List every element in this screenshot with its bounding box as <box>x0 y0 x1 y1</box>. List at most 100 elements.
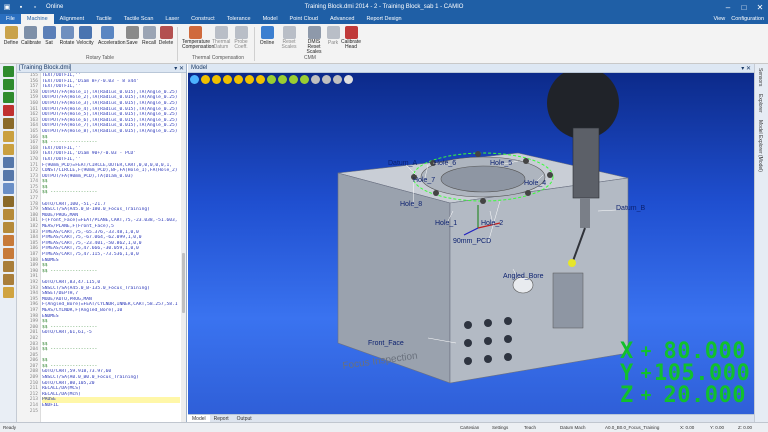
scan-icon[interactable] <box>2 261 14 272</box>
view-menu[interactable]: View <box>713 16 725 22</box>
velocity-button[interactable]: Velocity <box>76 26 94 46</box>
maximize-icon[interactable]: □ <box>736 0 752 14</box>
scrollbar-thumb[interactable] <box>182 253 185 313</box>
side-tab-model-explorer[interactable]: Model Explorer (Model) <box>757 120 763 172</box>
run-to-icon[interactable] <box>2 92 14 103</box>
ribbon: Define Calibrate Sat Rotate Velocity Acc… <box>0 24 768 64</box>
minimize-icon[interactable]: – <box>720 0 736 14</box>
code-line[interactable]: OUTPUT/FA(Hole_3),TA(Radius_0.015),TA(An… <box>42 101 180 107</box>
code-line[interactable]: CONST/CIRCLE,F(90mm_PCD),BF,FA(Hole_1),F… <box>42 168 180 174</box>
construct-icon[interactable] <box>2 196 14 207</box>
sat-button[interactable]: Sat <box>40 26 58 46</box>
group-rotary-table: Rotary Table <box>86 55 114 61</box>
program-editor: [Training Block.dmi] ▾ ✕ 155 156 157 158 159… <box>17 64 187 422</box>
configuration-menu[interactable]: Configuration <box>731 16 764 22</box>
laser-icon[interactable] <box>2 287 14 298</box>
3d-viewport[interactable]: Datum_A Hole_6 Hole_5 Hole_7 Hole_4 Datu… <box>188 73 754 414</box>
tab-tactile-scan[interactable]: Tactile Scan <box>118 14 160 24</box>
probe-icon[interactable] <box>2 183 14 194</box>
calibrate-button[interactable]: Calibrate <box>21 26 41 46</box>
label-90mm-pcd[interactable]: 90mm_PCD <box>453 238 491 245</box>
label-angled-bore[interactable]: Angled_Bore <box>503 273 544 280</box>
label-hole-7[interactable]: Hole_7 <box>413 177 435 184</box>
label-front-face[interactable]: Front_Face <box>368 340 404 347</box>
label-hole-2[interactable]: Hole_2 <box>481 220 503 227</box>
status-sensor: A0.0_B0.0_Focus_Training <box>605 425 660 430</box>
rotate-button[interactable]: Rotate <box>58 26 76 46</box>
report-icon[interactable] <box>2 222 14 233</box>
tab-point-cloud[interactable]: Point Cloud <box>284 14 324 24</box>
macro-icon[interactable] <box>2 235 14 246</box>
status-z: Z: 0.00 <box>738 425 753 430</box>
dmis-reset-scales-icon <box>307 26 321 39</box>
run-icon[interactable] <box>2 66 14 77</box>
code-line[interactable] <box>42 409 180 415</box>
tab-model[interactable]: Model <box>257 14 284 24</box>
editor-menu-icon[interactable]: ▾ ✕ <box>174 65 186 72</box>
save-button[interactable]: Save <box>123 26 141 46</box>
tab-advanced[interactable]: Advanced <box>324 14 360 24</box>
tab-output[interactable]: Output <box>233 415 256 422</box>
calibrate-head-button[interactable]: Calibrate Head <box>340 26 362 50</box>
label-hole-8[interactable]: Hole_8 <box>400 201 422 208</box>
park-icon <box>326 26 340 39</box>
recall-button[interactable]: Recall <box>140 26 158 46</box>
online-button[interactable]: Online <box>258 26 276 46</box>
probe-body <box>572 127 600 199</box>
quick-open-icon[interactable]: ▫ <box>28 0 42 14</box>
datum-icon[interactable] <box>2 170 14 181</box>
label-hole-6[interactable]: Hole_6 <box>434 160 456 167</box>
features-icon[interactable] <box>2 131 14 142</box>
tab-file[interactable]: File <box>0 14 21 24</box>
code-line[interactable]: OUTPUT/FA(Hole_5),TA(Radius_0.015),TA(An… <box>42 112 180 118</box>
label-hole-1[interactable]: Hole_1 <box>435 220 457 227</box>
label-datum-a[interactable]: Datum_A <box>388 160 418 167</box>
editor-scrollbar[interactable] <box>181 73 186 422</box>
side-tab-explorer[interactable]: Explorer <box>757 94 763 113</box>
label-hole-4[interactable]: Hole_4 <box>524 180 546 187</box>
thermal-datum-button[interactable]: Thermal Datum <box>212 26 230 50</box>
acceleration-button[interactable]: Acceleration <box>98 26 126 46</box>
stop-icon[interactable] <box>2 105 14 116</box>
model-pin-icon[interactable]: ▾ ✕ <box>741 65 751 72</box>
define-icon <box>4 26 18 39</box>
label-datum-b[interactable]: Datum_B <box>616 205 646 212</box>
tab-tactile[interactable]: Tactile <box>90 14 118 24</box>
hole-marker <box>523 158 529 164</box>
code-line[interactable]: OUTPUT/FA(Hole_8),TA(Radius_0.015),TA(An… <box>42 129 180 135</box>
temperature-compensation-button[interactable]: Temperature Compensation <box>182 26 214 50</box>
tab-alignment[interactable]: Alignment <box>54 14 90 24</box>
edit-icon[interactable] <box>2 118 14 129</box>
tab-report-design[interactable]: Report Design <box>360 14 407 24</box>
dmis-reset-scales-button[interactable]: DMIS Reset Scales <box>302 26 326 55</box>
side-tab-sensors[interactable]: Sensors <box>757 68 763 86</box>
block-front-face <box>449 177 629 384</box>
probe-coeff-button[interactable]: Probe Coeff. <box>232 26 250 50</box>
dro-y-sign: + <box>640 362 652 384</box>
tab-laser[interactable]: Laser <box>159 14 185 24</box>
define-button[interactable]: Define <box>2 26 20 46</box>
goto-icon[interactable] <box>2 248 14 259</box>
tab-model-view[interactable]: Model <box>188 415 210 422</box>
reset-scales-button[interactable]: Reset Scales <box>280 26 298 50</box>
close-icon[interactable]: ✕ <box>752 0 768 14</box>
app-menu-icon[interactable]: ▣ <box>0 0 14 14</box>
code-area[interactable]: TEXT/OUTFIL,'' TEXT/OUTFIL,'Diam 8+/-0.03… <box>42 73 180 422</box>
tab-machine[interactable]: Machine <box>20 14 54 24</box>
tab-construct[interactable]: Construct <box>185 14 221 24</box>
online-status[interactable]: Online <box>46 4 63 10</box>
hole-marker <box>475 151 481 157</box>
dro-readout: X + 80.000 Y + 105.000 Z + 20.000 <box>620 339 750 408</box>
step-icon[interactable] <box>2 79 14 90</box>
sensor-icon[interactable] <box>2 157 14 168</box>
output-icon[interactable] <box>2 209 14 220</box>
tab-report[interactable]: Report <box>210 415 233 422</box>
quick-save-icon[interactable]: ▪ <box>14 0 28 14</box>
measure-icon[interactable] <box>2 274 14 285</box>
label-hole-5[interactable]: Hole_5 <box>490 160 512 167</box>
tolerance-icon[interactable] <box>2 144 14 155</box>
dro-z-axis: Z <box>620 382 634 408</box>
delete-button[interactable]: Delete <box>157 26 175 46</box>
tab-tolerance[interactable]: Tolerance <box>221 14 257 24</box>
editor-body[interactable]: 155 156 157 158 159 160 161 162 163 164 165 166 167 1… <box>17 73 186 422</box>
